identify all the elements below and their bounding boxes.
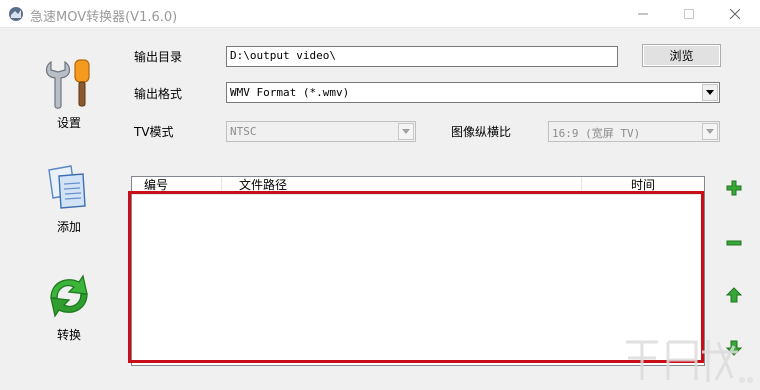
settings-label: 设置 bbox=[56, 116, 81, 130]
settings-button[interactable]: 设置 bbox=[30, 56, 108, 142]
column-header-time[interactable]: 时间 bbox=[582, 177, 704, 195]
maximize-icon bbox=[684, 9, 694, 19]
file-list[interactable]: 编号 文件路径 时间 bbox=[131, 176, 705, 366]
chevron-down-icon bbox=[702, 123, 718, 140]
chevron-down-icon bbox=[702, 84, 718, 101]
aspect-ratio-value: 16:9 (宽屏 TV) bbox=[552, 127, 641, 140]
output-format-select[interactable]: WMV Format (*.wmv) bbox=[226, 82, 720, 103]
tv-mode-select[interactable]: NTSC bbox=[226, 121, 416, 142]
window-title: 急速MOV转换器(V1.6.0) bbox=[30, 10, 178, 25]
convert-label: 转换 bbox=[56, 328, 81, 342]
output-dir-label: 输出目录 bbox=[134, 50, 183, 64]
minimize-button[interactable] bbox=[620, 0, 666, 28]
plus-icon bbox=[726, 180, 742, 196]
column-header-path[interactable]: 文件路径 bbox=[222, 177, 582, 195]
file-list-body[interactable] bbox=[132, 195, 704, 365]
aspect-ratio-label: 图像纵横比 bbox=[451, 125, 512, 139]
chevron-down-icon bbox=[398, 123, 414, 140]
move-up-button[interactable] bbox=[725, 286, 743, 304]
add-files-icon bbox=[48, 165, 86, 209]
close-button[interactable] bbox=[712, 0, 758, 28]
close-icon bbox=[730, 9, 740, 19]
add-item-button[interactable] bbox=[725, 179, 743, 197]
convert-arrows-icon bbox=[50, 274, 88, 318]
wrench-tools-icon bbox=[45, 59, 90, 109]
browse-button[interactable]: 浏览 bbox=[642, 44, 721, 67]
add-label: 添加 bbox=[56, 220, 81, 234]
output-format-label: 输出格式 bbox=[134, 87, 183, 101]
arrow-up-icon bbox=[725, 287, 743, 303]
title-bar: 急速MOV转换器(V1.6.0) bbox=[0, 0, 760, 28]
output-dir-field[interactable]: D:\output video\ bbox=[226, 46, 618, 67]
add-button[interactable]: 添加 bbox=[30, 160, 108, 246]
arrow-down-icon bbox=[725, 340, 743, 356]
file-list-header: 编号 文件路径 时间 bbox=[132, 177, 704, 195]
aspect-ratio-select[interactable]: 16:9 (宽屏 TV) bbox=[548, 121, 720, 142]
remove-item-button[interactable] bbox=[725, 234, 743, 252]
move-down-button[interactable] bbox=[725, 339, 743, 357]
column-header-number[interactable]: 编号 bbox=[132, 177, 222, 195]
tv-mode-label: TV模式 bbox=[134, 125, 174, 139]
minimize-icon bbox=[638, 13, 648, 15]
app-icon bbox=[9, 7, 23, 21]
minus-icon bbox=[726, 240, 742, 246]
output-format-value: WMV Format (*.wmv) bbox=[230, 86, 350, 99]
tv-mode-value: NTSC bbox=[230, 125, 257, 138]
convert-button[interactable]: 转换 bbox=[30, 268, 108, 354]
maximize-button[interactable] bbox=[666, 0, 712, 28]
